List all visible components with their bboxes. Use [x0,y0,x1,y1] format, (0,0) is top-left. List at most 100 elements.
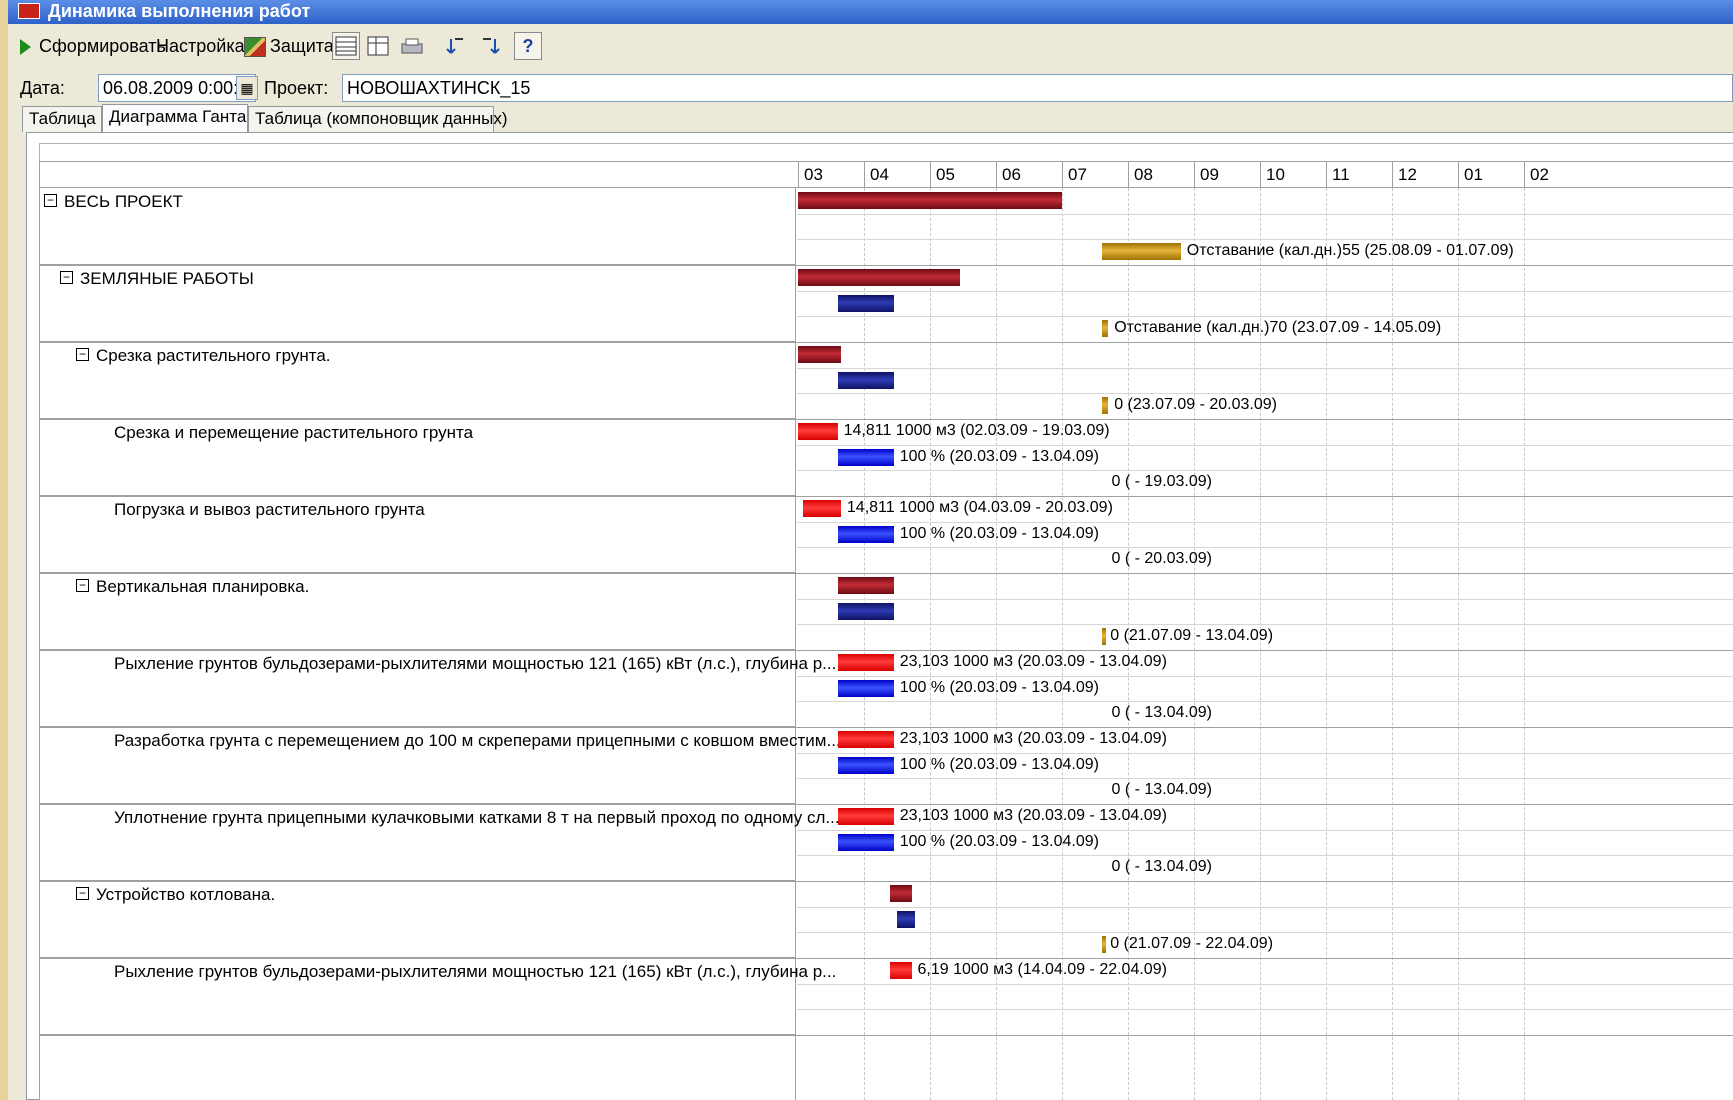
subrow-divider [797,624,1733,626]
table-view-icon[interactable] [332,32,360,60]
task-name: Погрузка и вывоз растительного грунта [114,500,425,519]
fact-bar[interactable] [837,448,894,466]
scale-strip [39,143,1733,163]
task-row[interactable]: Срезка и перемещение растительного грунт… [40,419,795,496]
task-row[interactable]: Разработка грунта с перемещением до 100 … [40,727,841,804]
subrow-divider [797,906,1733,908]
task-name: ВЕСЬ ПРОЕКТ [64,192,183,211]
task-column: − ВЕСЬ ПРОЕКТ − ЗЕМЛЯНЫЕ РАБОТЫ − Срезка раст… [40,188,841,1100]
lag-label: Отставание (кал.дн.)55 (25.08.09 - 01.07… [1186,242,1514,260]
task-name: ЗЕМЛЯНЫЕ РАБОТЫ [80,269,254,288]
fact-bar[interactable] [837,371,894,389]
plan-bar[interactable] [890,885,912,902]
plan-label: 23,103 1000 м3 (20.03.09 - 13.04.09) [899,730,1167,747]
plan-bar[interactable] [798,269,960,286]
plan-bar[interactable] [802,500,841,517]
tab-table[interactable]: Таблица [22,106,102,132]
lag-bar[interactable] [1101,628,1106,646]
tab-table-composer[interactable]: Таблица (компоновщик данных) [248,106,508,132]
undo-icon[interactable] [442,32,470,60]
fact-bar[interactable] [837,833,894,851]
plan-bar[interactable] [837,654,894,671]
help-icon[interactable]: ? [514,32,542,60]
task-row[interactable]: − Вертикальная планировка. [40,573,795,650]
fact-bar[interactable] [837,679,894,697]
settings-button[interactable]: Настройка [156,32,245,60]
title-bar: Динамика выполнения работ [8,0,1733,24]
month-header-cell: 12 [1392,162,1458,188]
task-name: Рыхление грунтов бульдозерами-рыхлителям… [114,654,837,673]
task-row[interactable]: − ВЕСЬ ПРОЕКТ [40,188,795,265]
lag-bar[interactable] [1101,243,1181,261]
task-row[interactable]: − Срезка растительного грунта. [40,342,795,419]
collapse-icon[interactable]: − [60,271,73,284]
plan-bar[interactable] [837,577,894,594]
task-row[interactable]: Уплотнение грунта прицепными кулачковыми… [40,804,840,881]
date-input[interactable]: 06.08.2009 0:00:0( [98,74,256,102]
month-header: 03 04 05 06 07 08 09 10 11 12 01 02 [40,162,1733,188]
row-divider [40,650,1733,651]
lag-label: 0 ( - 13.04.09) [1111,858,1213,876]
subrow-divider [797,829,1733,831]
plan-bar[interactable] [890,962,912,979]
subrow-divider [797,675,1733,677]
subrow-divider [797,367,1733,369]
lag-label: 0 (21.07.09 - 22.04.09) [1110,935,1274,953]
lag-label: 0 ( - 13.04.09) [1111,704,1213,722]
month-header-cell: 04 [864,162,930,188]
collapse-icon[interactable]: − [76,579,89,592]
subrow-divider [797,1009,1733,1011]
plan-bar[interactable] [837,808,894,825]
calendar-icon[interactable]: ▦ [236,76,258,100]
redo-icon[interactable] [476,32,504,60]
generate-button[interactable]: Сформировать [20,32,166,60]
lag-bar[interactable] [1101,397,1109,415]
filter-row: Дата: 06.08.2009 0:00:0( ▦ Проект: НОВОШ… [8,74,1733,104]
plan-bar[interactable] [798,346,841,363]
protect-button[interactable]: Защита [244,32,334,60]
collapse-icon[interactable]: − [76,348,89,361]
app-icon [18,3,40,19]
fact-bar[interactable] [897,910,915,928]
task-row[interactable]: − ЗЕМЛЯНЫЕ РАБОТЫ [40,265,795,342]
month-header-cell: 08 [1128,162,1194,188]
play-icon [20,39,31,56]
lag-label: Отставание (кал.дн.)70 (23.07.09 - 14.05… [1114,319,1442,337]
month-header-cell: 09 [1194,162,1260,188]
task-row[interactable]: Погрузка и вывоз растительного грунта [40,496,795,573]
subrow-divider [797,932,1733,934]
lag-bar[interactable] [1101,320,1109,338]
month-gridline [1458,188,1459,1100]
protect-label: Защита [270,36,334,56]
grid-view-icon[interactable] [364,32,392,60]
plan-label: 23,103 1000 м3 (20.03.09 - 13.04.09) [899,653,1167,670]
collapse-icon[interactable]: − [44,194,57,207]
fact-bar[interactable] [837,294,894,312]
task-name: Устройство котлована. [96,885,276,904]
fact-bar[interactable] [837,756,894,774]
task-name: Срезка и перемещение растительного грунт… [114,423,474,442]
plan-bar[interactable] [798,423,838,440]
fact-bar[interactable] [837,525,894,543]
month-header-cell: 06 [996,162,1062,188]
task-name: Срезка растительного грунта. [96,346,331,365]
row-divider [40,496,1733,497]
plan-label: 6,19 1000 м3 (14.04.09 - 22.04.09) [917,961,1167,978]
fact-bar[interactable] [837,602,894,620]
print-icon[interactable] [398,32,426,60]
task-name: Рыхление грунтов бульдозерами-рыхлителям… [114,962,837,981]
task-name: Вертикальная планировка. [96,577,310,596]
plan-bar[interactable] [837,731,894,748]
task-row[interactable]: Рыхление грунтов бульдозерами-рыхлителям… [40,650,836,727]
tab-gantt[interactable]: Диаграмма Ганта [102,104,248,133]
task-row[interactable]: Рыхление грунтов бульдозерами-рыхлителям… [40,958,836,1035]
collapse-icon[interactable]: − [76,887,89,900]
plan-label: 14,811 1000 м3 (04.03.09 - 20.03.09) [846,499,1113,516]
project-input[interactable]: НОВОШАХТИНСК_15 [342,74,1733,102]
task-row[interactable]: − Устройство котлована. [40,881,795,958]
lag-bar[interactable] [1101,936,1106,954]
task-name: Разработка грунта с перемещением до 100 … [114,731,841,750]
lag-label: 0 (23.07.09 - 20.03.09) [1114,396,1277,414]
month-header-cell: 10 [1260,162,1326,188]
plan-bar[interactable] [798,192,1062,209]
